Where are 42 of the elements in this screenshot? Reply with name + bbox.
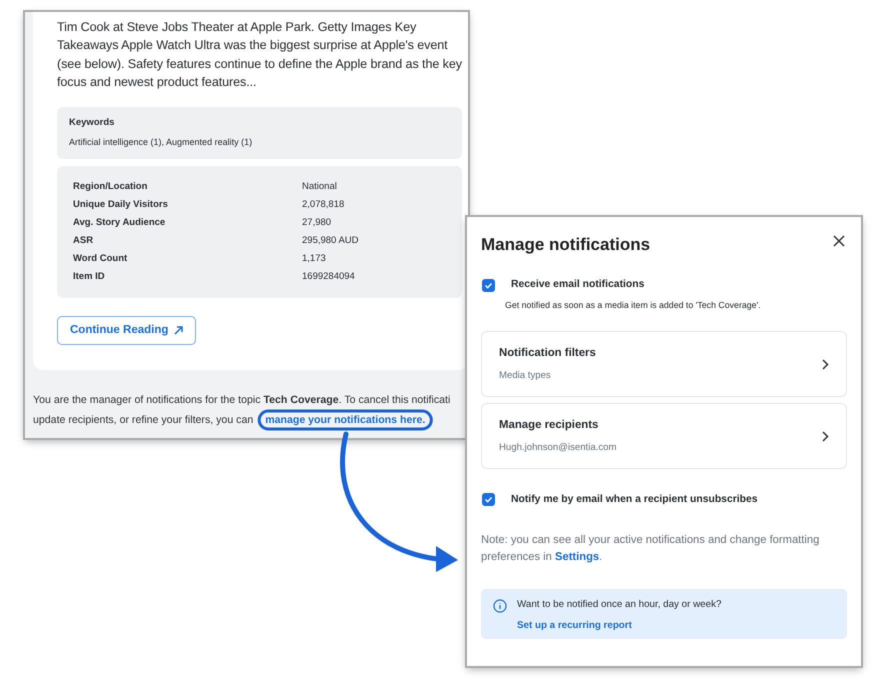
row-title: Manage recipients <box>499 418 600 434</box>
settings-link[interactable]: Settings <box>555 550 600 563</box>
stat-value: National <box>302 180 337 194</box>
dialog-title: Manage notifications <box>481 235 650 256</box>
stat-label: Word Count <box>73 252 128 266</box>
stat-label: Item ID <box>73 270 106 284</box>
chevron-right-icon <box>822 358 829 370</box>
settings-row[interactable]: Notification filters Media types <box>481 331 847 398</box>
manage-notifications-link[interactable]: manage your notifications here. <box>265 414 426 426</box>
option-hint: Get notified as soon as a media item is added to 'Tech Coverage'. <box>505 299 762 312</box>
article-summary: Tim Cook at Steve Jobs Theater at Apple Park. Getty Images Key Takeaways Apple Watch Ultra was the biggest surprise at Apple's event (see below). Safety features continue to define the Apple brand as the key focus and newest product features... <box>57 19 462 91</box>
keywords-value: Artificial intelligence (1), Augmented reality (1) <box>69 136 254 150</box>
close-icon[interactable] <box>833 235 847 249</box>
external-link-icon <box>174 326 184 336</box>
stat-value: 27,980 <box>302 216 332 230</box>
footer-text: update recipients, or refine your filters, you can <box>33 414 254 426</box>
stat-value: 1,173 <box>302 252 326 266</box>
stat-value: 1699284094 <box>302 270 355 284</box>
continue-reading-button[interactable]: Continue Reading <box>57 316 196 346</box>
stat-label: Avg. Story Audience <box>73 216 166 230</box>
row-title: Notification filters <box>499 346 596 362</box>
checkbox-label: Notify me by email when a recipient unsubscribes <box>511 493 758 508</box>
settings-row[interactable]: Manage recipients Hugh.johnson@isentia.com <box>481 403 847 470</box>
checkbox[interactable] <box>482 493 495 506</box>
checkbox[interactable] <box>482 278 495 292</box>
chevron-right-icon <box>822 430 829 442</box>
note-text: Note: you can see all your active notifications and change formatting preferences in Settings. <box>481 532 820 565</box>
checkmark-icon <box>484 495 493 504</box>
stat-label: Unique Daily Visitors <box>73 198 169 212</box>
info-icon <box>493 598 507 613</box>
stat-label: ASR <box>73 234 94 248</box>
info-text: Want to be notified once an hour, day or week? <box>517 598 722 612</box>
row-subtitle: Hugh.johnson@isentia.com <box>499 440 616 455</box>
stat-value: 2,078,818 <box>302 198 344 212</box>
keywords-label: Keywords <box>69 116 116 130</box>
row-subtitle: Media types <box>499 368 552 383</box>
stat-label: Region/Location <box>73 180 148 194</box>
stat-value: 295,980 AUD <box>302 234 359 248</box>
checkmark-icon <box>484 280 493 290</box>
footer-text: You are the manager of notifications for the topic Tech Coverage. To cancel this notificati <box>33 393 450 408</box>
checkbox-label: Receive email notifications <box>511 278 644 292</box>
recurring-report-link[interactable]: Set up a recurring report <box>517 619 632 634</box>
